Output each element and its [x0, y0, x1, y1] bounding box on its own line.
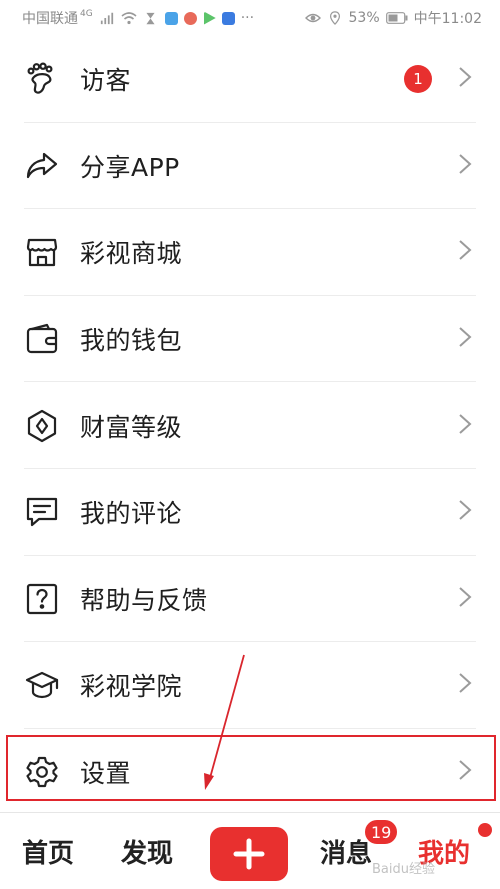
menu-label: 帮助与反馈: [80, 585, 208, 615]
menu-item-wealth-level[interactable]: 财富等级: [0, 382, 500, 469]
hourglass-icon: [143, 10, 159, 26]
more-icon: ···: [240, 10, 255, 26]
menu-label: 彩视商城: [80, 239, 183, 269]
tab-discover[interactable]: 发现: [121, 833, 173, 870]
menu-item-my-comments[interactable]: 我的评论: [0, 469, 500, 556]
chevron-right-icon: [458, 153, 472, 179]
app-notification-icon: [164, 11, 178, 25]
battery-icon: [385, 10, 408, 26]
graduation-cap-icon: [24, 667, 60, 703]
signal-icon: [99, 10, 115, 26]
store-icon: [24, 234, 60, 270]
location-icon: [327, 10, 343, 26]
battery-percent: 53%: [348, 10, 380, 26]
menu-item-help-feedback[interactable]: 帮助与反馈: [0, 556, 500, 643]
chevron-right-icon: [458, 586, 472, 612]
notification-dot: [478, 823, 492, 837]
bottom-nav: 首页 发现 消息 我的: [0, 812, 500, 889]
menu-label: 我的钱包: [80, 326, 183, 356]
chevron-right-icon: [458, 499, 472, 525]
play-icon: [204, 11, 216, 25]
menu-item-academy[interactable]: 彩视学院: [0, 642, 500, 729]
plus-icon: [233, 838, 265, 870]
menu-label: 分享APP: [80, 152, 180, 182]
wifi-icon: [121, 10, 137, 26]
app-notification-icon: [183, 11, 197, 25]
eye-icon: [304, 10, 321, 26]
menu-item-share-app[interactable]: 分享APP: [0, 123, 500, 210]
chevron-right-icon: [458, 239, 472, 265]
messages-count-badge: 19: [363, 818, 400, 846]
menu-label: 彩视学院: [80, 672, 183, 702]
chevron-right-icon: [458, 413, 472, 439]
menu-label: 财富等级: [80, 412, 183, 442]
menu-item-visitors[interactable]: 访客 1: [0, 36, 500, 123]
notification-badge: 1: [404, 65, 432, 94]
status-bar: 中国联通 4G ··· 53% 中午11:02: [0, 0, 500, 36]
chevron-right-icon: [458, 66, 472, 92]
carrier-name: 中国联通: [22, 11, 78, 27]
share-icon: [24, 148, 60, 184]
footprint-icon: [24, 61, 60, 97]
highlight-box: [6, 735, 496, 801]
create-button[interactable]: [210, 827, 288, 881]
clock: 中午11:02: [413, 11, 482, 27]
menu-item-store[interactable]: 彩视商城: [0, 209, 500, 296]
network-type: 4G: [80, 9, 93, 19]
chevron-right-icon: [458, 672, 472, 698]
menu-label: 访客: [80, 66, 132, 96]
menu-list: 访客 1 分享APP 彩视商城 我的钱包 财富等级 我的评论 帮助与反馈 彩视学…: [0, 36, 500, 815]
diamond-level-icon: [24, 408, 60, 444]
wallet-icon: [24, 321, 60, 357]
tab-home[interactable]: 首页: [22, 833, 74, 870]
watermark: Baidu经验: [372, 862, 435, 877]
chevron-right-icon: [458, 326, 472, 352]
app-notification-icon: [221, 11, 235, 25]
menu-item-wallet[interactable]: 我的钱包: [0, 296, 500, 383]
comment-icon: [24, 494, 60, 530]
help-icon: [24, 581, 60, 617]
menu-label: 我的评论: [80, 499, 183, 529]
